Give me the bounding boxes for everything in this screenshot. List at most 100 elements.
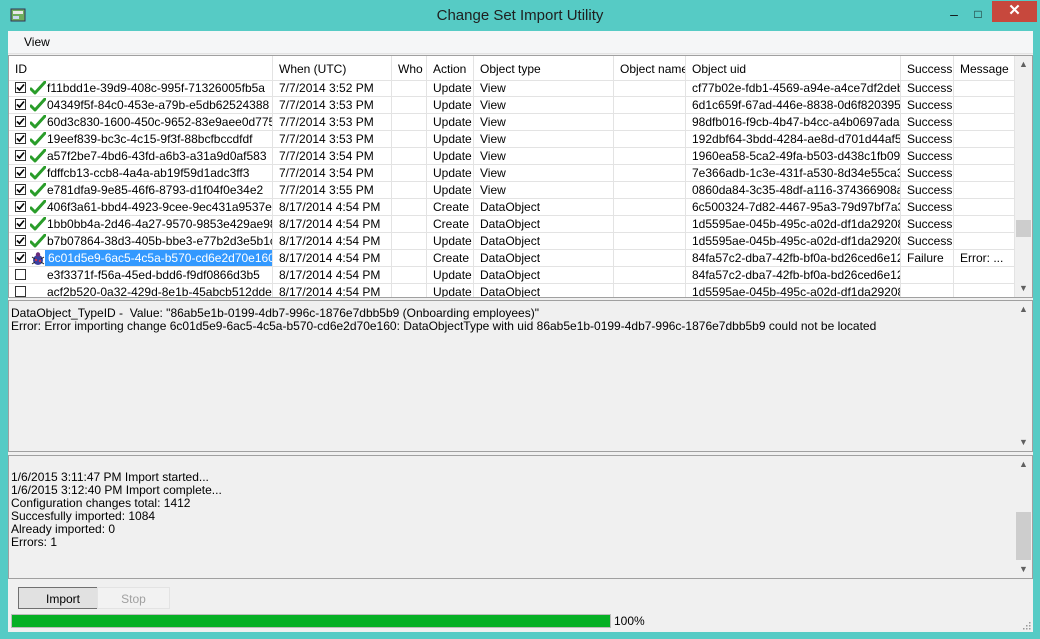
cell-uid[interactable]: 1d5595ae-045b-495c-a02d-df1da29208be xyxy=(686,216,901,233)
cell-who[interactable] xyxy=(392,165,427,182)
cell-id[interactable]: acf2b520-0a32-429d-8e1b-45abcb512dde xyxy=(9,284,273,297)
column-header-who[interactable]: Who xyxy=(392,56,427,80)
table-row[interactable]: 19eef839-bc3c-4c15-9f3f-88bcfbccdfdf 7/7/… xyxy=(9,131,1015,148)
resize-grip-icon[interactable] xyxy=(1021,620,1031,630)
cell-name[interactable] xyxy=(614,284,686,297)
column-header-id[interactable]: ID xyxy=(9,56,273,80)
row-checkbox[interactable] xyxy=(15,82,26,93)
cell-name[interactable] xyxy=(614,267,686,284)
cell-message[interactable] xyxy=(954,284,1015,297)
cell-type[interactable]: View xyxy=(474,80,614,97)
row-checkbox[interactable] xyxy=(15,99,26,110)
cell-success[interactable]: Success xyxy=(901,80,954,97)
cell-type[interactable]: DataObject xyxy=(474,216,614,233)
cell-type[interactable]: View xyxy=(474,114,614,131)
cell-type[interactable]: View xyxy=(474,148,614,165)
cell-when[interactable]: 7/7/2014 3:53 PM xyxy=(273,131,392,148)
cell-message[interactable] xyxy=(954,165,1015,182)
column-header-when[interactable]: When (UTC) xyxy=(273,56,392,80)
row-checkbox[interactable] xyxy=(15,150,26,161)
table-row[interactable]: b7b07864-38d3-405b-bbe3-e77b2d3e5b1c 8/17… xyxy=(9,233,1015,250)
cell-name[interactable] xyxy=(614,233,686,250)
cell-success[interactable]: Success xyxy=(901,182,954,199)
row-checkbox[interactable] xyxy=(15,133,26,144)
cell-uid[interactable]: 7e366adb-1c3e-431f-a530-8d34e55ca331 xyxy=(686,165,901,182)
cell-when[interactable]: 7/7/2014 3:52 PM xyxy=(273,80,392,97)
cell-uid[interactable]: 6c500324-7d82-4467-95a3-79d97bf7a326 xyxy=(686,199,901,216)
cell-type[interactable]: DataObject xyxy=(474,199,614,216)
scroll-down-icon[interactable]: ▼ xyxy=(1015,434,1032,451)
scroll-down-icon[interactable]: ▼ xyxy=(1015,561,1032,578)
cell-type[interactable]: View xyxy=(474,131,614,148)
table-row[interactable]: 1bb0bb4a-2d46-4a27-9570-9853e429ae98 8/17… xyxy=(9,216,1015,233)
cell-success[interactable]: Success xyxy=(901,233,954,250)
row-checkbox[interactable] xyxy=(15,201,26,212)
cell-action[interactable]: Update xyxy=(427,233,474,250)
cell-uid[interactable]: 1d5595ae-045b-495c-a02d-df1da29208be xyxy=(686,284,901,297)
menu-view[interactable]: View xyxy=(24,35,50,49)
row-checkbox[interactable] xyxy=(15,235,26,246)
row-checkbox[interactable] xyxy=(15,286,26,297)
cell-name[interactable] xyxy=(614,165,686,182)
cell-when[interactable]: 8/17/2014 4:54 PM xyxy=(273,284,392,297)
cell-who[interactable] xyxy=(392,148,427,165)
cell-success[interactable]: Failure xyxy=(901,250,954,267)
cell-id[interactable]: 04349f5f-84c0-453e-a79b-e5db62524388 xyxy=(9,97,273,114)
cell-uid[interactable]: 192dbf64-3bdd-4284-ae8d-d701d44af532 xyxy=(686,131,901,148)
grid-scrollbar[interactable]: ▲ ▼ xyxy=(1015,56,1032,297)
cell-who[interactable] xyxy=(392,182,427,199)
cell-name[interactable] xyxy=(614,216,686,233)
cell-name[interactable] xyxy=(614,250,686,267)
row-checkbox[interactable] xyxy=(15,269,26,280)
cell-type[interactable]: View xyxy=(474,182,614,199)
row-checkbox[interactable] xyxy=(15,218,26,229)
cell-uid[interactable]: 84fa57c2-dba7-42fb-bf0a-bd26ced6e12e xyxy=(686,267,901,284)
cell-uid[interactable]: 0860da84-3c35-48df-a116-374366908aa5 xyxy=(686,182,901,199)
cell-success[interactable]: Success xyxy=(901,97,954,114)
maximize-button[interactable]: □ xyxy=(966,4,990,24)
cell-when[interactable]: 7/7/2014 3:54 PM xyxy=(273,148,392,165)
cell-type[interactable]: View xyxy=(474,165,614,182)
cell-id[interactable]: 406f3a61-bbd4-4923-9cee-9ec431a9537e xyxy=(9,199,273,216)
cell-id[interactable]: fdffcb13-ccb8-4a4a-ab19f59d1adc3ff3 xyxy=(9,165,273,182)
import-button[interactable]: Import xyxy=(18,587,108,609)
cell-action[interactable]: Update xyxy=(427,97,474,114)
cell-when[interactable]: 7/7/2014 3:54 PM xyxy=(273,165,392,182)
cell-action[interactable]: Update xyxy=(427,131,474,148)
cell-name[interactable] xyxy=(614,182,686,199)
cell-uid[interactable]: 84fa57c2-dba7-42fb-bf0a-bd26ced6e12e xyxy=(686,250,901,267)
cell-id[interactable]: f11bdd1e-39d9-408c-995f-71326005fb5a xyxy=(9,80,273,97)
cell-action[interactable]: Create xyxy=(427,216,474,233)
table-row[interactable]: 6c01d5e9-6ac5-4c5a-b570-cd6e2d70e160 8/17… xyxy=(9,250,1015,267)
cell-action[interactable]: Update xyxy=(427,80,474,97)
cell-uid[interactable]: 1960ea58-5ca2-49fa-b503-d438c1fb09da xyxy=(686,148,901,165)
column-header-type[interactable]: Object type xyxy=(474,56,614,80)
cell-who[interactable] xyxy=(392,131,427,148)
cell-who[interactable] xyxy=(392,97,427,114)
cell-who[interactable] xyxy=(392,199,427,216)
cell-type[interactable]: View xyxy=(474,97,614,114)
cell-when[interactable]: 7/7/2014 3:55 PM xyxy=(273,182,392,199)
cell-message[interactable] xyxy=(954,114,1015,131)
column-header-success[interactable]: Success xyxy=(901,56,954,80)
row-checkbox[interactable] xyxy=(15,116,26,127)
cell-type[interactable]: DataObject xyxy=(474,284,614,297)
cell-action[interactable]: Create xyxy=(427,199,474,216)
cell-when[interactable]: 8/17/2014 4:54 PM xyxy=(273,267,392,284)
cell-when[interactable]: 8/17/2014 4:54 PM xyxy=(273,199,392,216)
cell-success[interactable]: Success xyxy=(901,148,954,165)
cell-name[interactable] xyxy=(614,199,686,216)
row-checkbox[interactable] xyxy=(15,184,26,195)
table-row[interactable]: a57f2be7-4bd6-43fd-a6b3-a31a9d0af583 7/7/… xyxy=(9,148,1015,165)
close-button[interactable]: ✕ xyxy=(992,1,1037,22)
row-checkbox[interactable] xyxy=(15,167,26,178)
table-row[interactable]: 04349f5f-84c0-453e-a79b-e5db62524388 7/7/… xyxy=(9,97,1015,114)
cell-uid[interactable]: cf77b02e-fdb1-4569-a94e-a4ce7df2deb5 xyxy=(686,80,901,97)
cell-who[interactable] xyxy=(392,267,427,284)
cell-action[interactable]: Update xyxy=(427,165,474,182)
log-pane[interactable]: 1/6/2015 3:11:47 PM Import started... 1/6… xyxy=(8,455,1033,579)
log-scrollbar[interactable]: ▲ ▼ xyxy=(1015,456,1032,578)
cell-message[interactable] xyxy=(954,97,1015,114)
cell-name[interactable] xyxy=(614,97,686,114)
cell-success[interactable]: Success xyxy=(901,199,954,216)
